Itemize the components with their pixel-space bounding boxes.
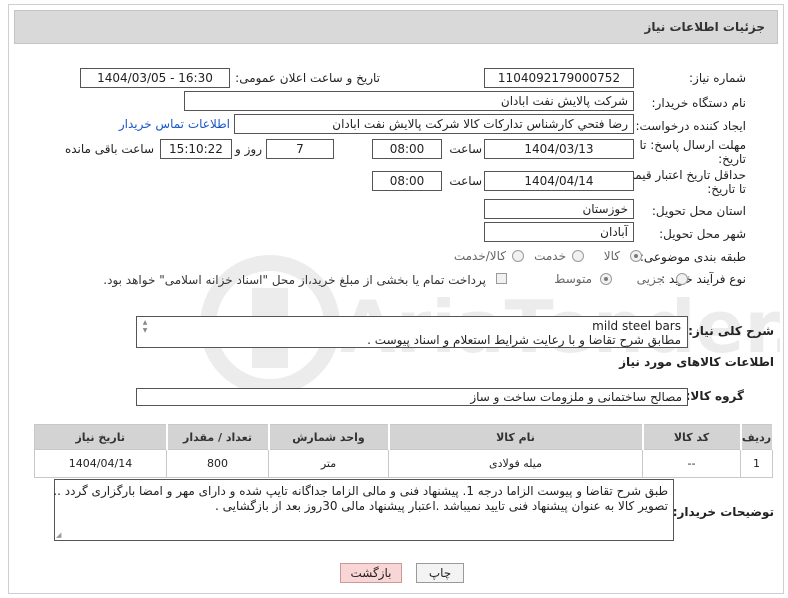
col-name: نام کالا xyxy=(388,424,644,450)
remaining-time-field: 15:10:22 xyxy=(160,139,232,159)
process-label: نوع فرآیند خرید : xyxy=(661,272,746,286)
remaining-word: ساعت باقی مانده xyxy=(64,142,154,156)
table-row: 1 -- میله فولادی متر 800 1404/04/14 xyxy=(34,449,773,478)
category-option-goods-service: کالا/خدمت xyxy=(453,249,506,263)
creator-field: رضا فتحي كارشناس تداركات كالا شركت پالاي… xyxy=(234,114,634,134)
goods-group-label: گروه کالا: xyxy=(685,389,744,403)
buyer-notes-textarea[interactable]: طبق شرح تقاضا و پیوست الزاما درجه 1. پیش… xyxy=(53,479,674,541)
description-line-2: مطابق شرح تقاضا و با رعایت شرایط استعلام… xyxy=(367,333,681,347)
description-label: شرح کلی نیاز: xyxy=(688,324,774,338)
category-radio-service[interactable] xyxy=(572,250,584,262)
process-radio-minor[interactable] xyxy=(676,273,688,285)
days-remaining-field: 7 xyxy=(266,139,334,159)
cell-quantity: 800 xyxy=(166,449,269,478)
deadline-time-field: 08:00 xyxy=(372,139,442,159)
cell-row: 1 xyxy=(740,449,773,478)
deadline-time-word: ساعت xyxy=(449,142,482,156)
treasury-payment-checkbox[interactable] xyxy=(496,273,507,284)
page-title: جزئیات اطلاعات نیاز xyxy=(644,20,765,34)
deadline-date-field: 1404/03/13 xyxy=(484,139,634,159)
col-need-date: تاریخ نیاز xyxy=(34,424,168,450)
category-label: طبقه بندی موضوعی: xyxy=(639,250,746,264)
price-time-field: 08:00 xyxy=(372,171,442,191)
cell-name: میله فولادی xyxy=(388,449,643,478)
col-quantity: تعداد / مقدار xyxy=(166,424,270,450)
cell-code: -- xyxy=(642,449,741,478)
description-textarea[interactable]: ▲ ▼ mild steel bars مطابق شرح تقاضا و با … xyxy=(136,316,688,348)
province-label: استان محل تحویل: xyxy=(651,204,746,218)
cell-unit: متر xyxy=(268,449,389,478)
treasury-payment-note: پرداخت تمام یا بخشی از مبلغ خرید،از محل … xyxy=(103,273,486,287)
goods-group-field: مصالح ساختمانی و ملزومات ساخت و ساز xyxy=(136,388,688,406)
announce-datetime-field: 1404/03/05 - 16:30 xyxy=(80,68,230,88)
goods-table-header: ردیف کد کالا نام کالا واحد شمارش تعداد /… xyxy=(34,424,774,450)
price-validity-label-date: تا تاریخ: xyxy=(707,182,746,196)
process-radio-medium[interactable] xyxy=(600,273,612,285)
contact-info-link[interactable]: اطلاعات تماس خریدار xyxy=(119,117,230,131)
city-label: شهر محل تحویل: xyxy=(659,227,746,241)
back-button[interactable]: بازگشت xyxy=(340,563,402,583)
cell-need-date: 1404/04/14 xyxy=(34,449,167,478)
category-radio-goods[interactable] xyxy=(630,250,642,262)
price-validity-label: حداقل تاریخ اعتبار قیمت: xyxy=(619,168,746,182)
goods-table: ردیف کد کالا نام کالا واحد شمارش تعداد /… xyxy=(34,424,774,478)
buyer-org-field: شرکت پالایش نفت ابادان xyxy=(184,91,634,111)
deadline-label: مهلت ارسال پاسخ: تا xyxy=(639,138,746,152)
buyer-notes-label: توضیحات خریدار: xyxy=(672,505,774,519)
category-option-service: خدمت xyxy=(534,249,566,263)
page-header: جزئیات اطلاعات نیاز xyxy=(14,10,778,44)
category-option-goods: کالا xyxy=(603,249,620,263)
deadline-label-date: تاریخ: xyxy=(718,152,746,166)
resize-grip-icon[interactable]: ◢ xyxy=(56,531,61,539)
buyer-notes-line-1: طبق شرح تقاضا و پیوست الزاما درجه 1. پیش… xyxy=(53,484,668,498)
col-unit: واحد شمارش xyxy=(268,424,390,450)
category-radio-goods-service[interactable] xyxy=(512,250,524,262)
need-number-field: 1104092179000752 xyxy=(484,68,634,88)
buyer-org-label: نام دستگاه خریدار: xyxy=(651,96,747,110)
col-row: ردیف xyxy=(740,424,774,450)
price-date-field: 1404/04/14 xyxy=(484,171,634,191)
announce-label: تاریخ و ساعت اعلان عمومی: xyxy=(235,71,380,85)
process-option-medium: متوسط xyxy=(554,272,592,286)
price-time-word: ساعت xyxy=(449,174,482,188)
creator-label: ایجاد کننده درخواست: xyxy=(635,119,746,133)
description-scrollbar[interactable]: ▲ ▼ xyxy=(139,319,151,335)
city-field: آبادان xyxy=(484,222,634,242)
days-word: روز و xyxy=(235,142,262,156)
print-button[interactable]: چاپ xyxy=(416,563,464,583)
buyer-notes-line-2: تصویر کالا به عنوان پیشنهاد فنی تایید نم… xyxy=(214,499,668,513)
process-option-minor: جزیی xyxy=(636,272,664,286)
description-line-1: mild steel bars xyxy=(592,319,681,333)
need-number-label: شماره نیاز: xyxy=(689,71,746,85)
province-field: خوزستان xyxy=(484,199,634,219)
goods-section-title: اطلاعات کالاهای مورد نیاز xyxy=(619,355,774,369)
col-code: کد کالا xyxy=(642,424,742,450)
